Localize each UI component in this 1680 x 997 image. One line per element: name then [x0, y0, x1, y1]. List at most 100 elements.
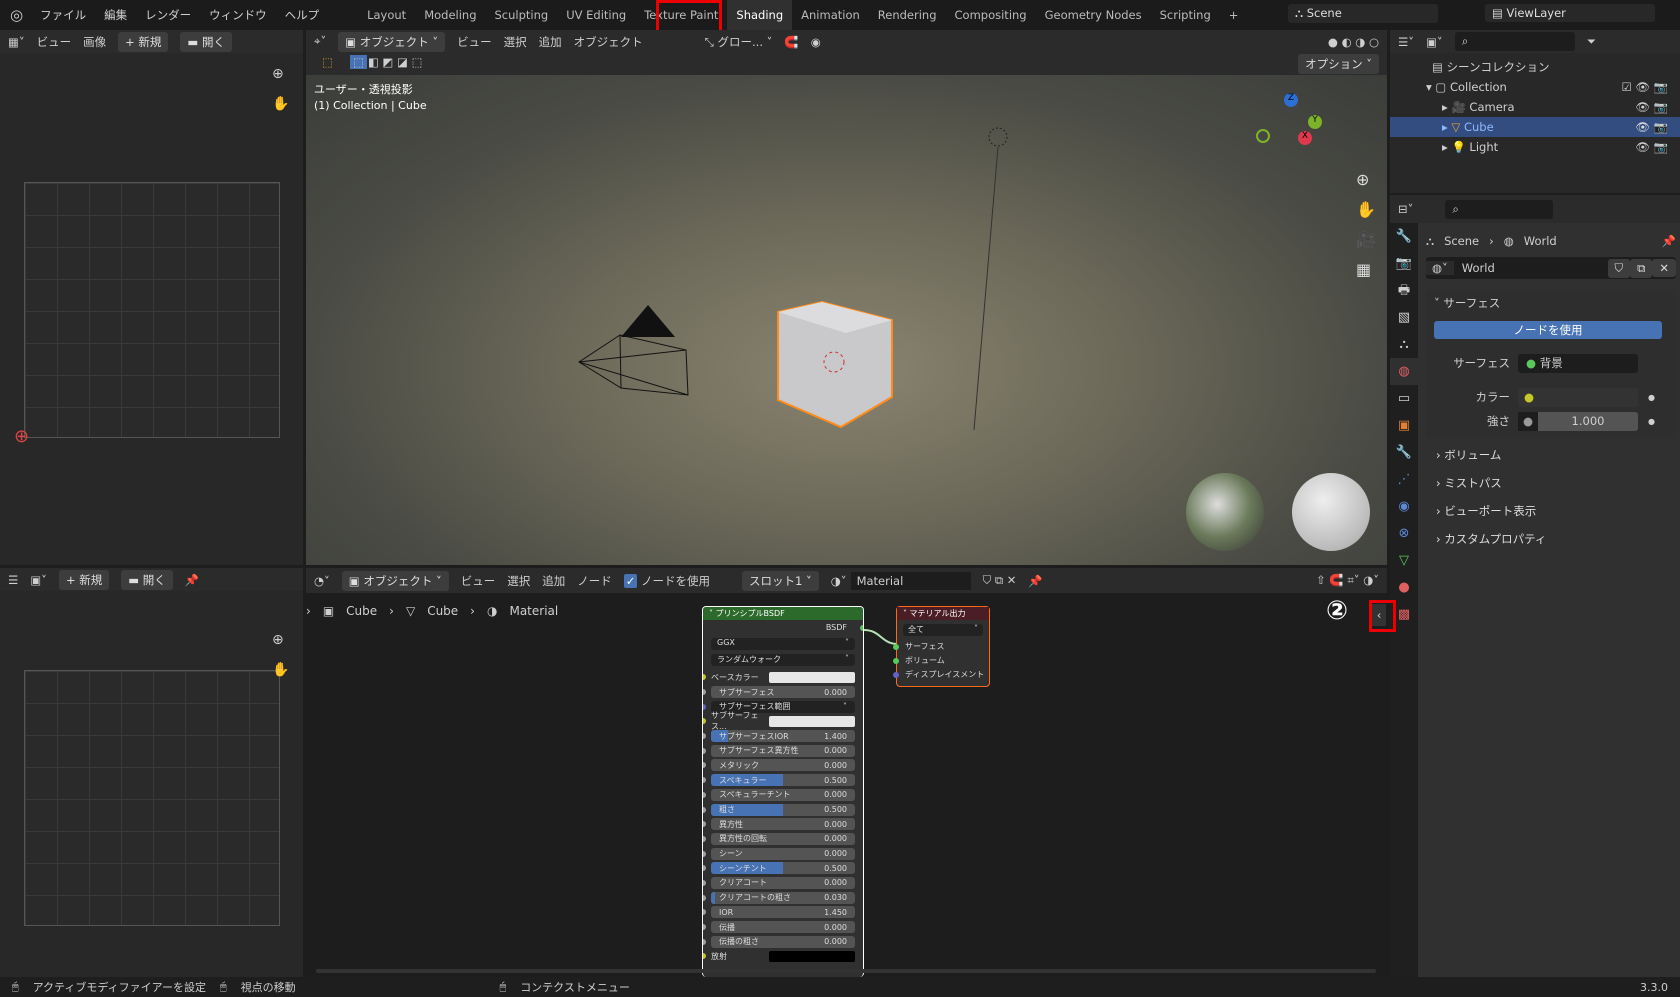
menu-file[interactable]: ファイル	[40, 7, 86, 23]
world-tab-icon[interactable]: ◍	[1390, 358, 1418, 385]
subsurface-method-dropdown[interactable]: ランダムウォーク ˅	[711, 654, 855, 666]
editor-type-icon[interactable]: ▣˅	[30, 573, 47, 587]
menu-image[interactable]: 画像	[83, 34, 106, 50]
bsdf-node-header[interactable]: ˅ プリンシプルBSDF	[703, 607, 863, 620]
world-selector[interactable]: ◍˅ World ⛉ ⧉ ✕	[1426, 257, 1676, 279]
input-socket[interactable]	[703, 879, 706, 886]
options-dropdown[interactable]: オプション ˅	[1298, 54, 1379, 74]
tab-modeling[interactable]: Modeling	[415, 0, 485, 30]
cube-object[interactable]	[777, 300, 893, 429]
color-field[interactable]: ●	[1518, 387, 1638, 407]
editor-type-icon[interactable]: ⌖˅	[314, 34, 326, 49]
visibility-icons[interactable]: ☑ 👁 📷	[1621, 77, 1668, 97]
input-slider[interactable]: サブサーフェス 0.000	[711, 686, 855, 699]
snap-icon[interactable]: 🧲	[784, 35, 798, 49]
select-tool-icon[interactable]: ⬚	[322, 55, 333, 69]
socket[interactable]	[893, 672, 899, 678]
tab-rendering[interactable]: Rendering	[869, 0, 946, 30]
menu-view[interactable]: ビュー	[457, 34, 492, 50]
camera-object[interactable]	[578, 305, 689, 396]
fake-user-icon[interactable]: ⛉	[1607, 258, 1631, 278]
input-socket[interactable]	[703, 938, 706, 945]
world-browse-icon[interactable]: ◍˅	[1426, 261, 1454, 275]
input-socket[interactable]	[703, 835, 706, 842]
menu-edit[interactable]: 編集	[104, 7, 127, 23]
input-socket[interactable]	[703, 821, 706, 828]
input-socket[interactable]	[703, 733, 706, 740]
principled-bsdf-node[interactable]: ˅ プリンシプルBSDF BSDF GGX ˅ ランダムウォーク ˅ ベースカラーサ…	[702, 606, 864, 977]
modifier-tab-icon[interactable]: 🔧	[1390, 439, 1418, 466]
particles-tab-icon[interactable]: ⋰	[1390, 466, 1418, 493]
tab-animation[interactable]: Animation	[792, 0, 869, 30]
color-swatch[interactable]	[769, 671, 855, 683]
scene-collection-row[interactable]: ▤ シーンコレクション	[1432, 57, 1680, 77]
uv-grid[interactable]	[24, 670, 280, 926]
collection-tab-icon[interactable]: ▭	[1390, 385, 1418, 412]
color-swatch[interactable]	[769, 715, 855, 727]
input-socket[interactable]	[703, 747, 706, 754]
select-mode-new-icon[interactable]: ⬚	[350, 55, 367, 69]
pan-hand-icon[interactable]: ✋	[272, 662, 289, 678]
render-tab-icon[interactable]: 📷	[1390, 250, 1418, 277]
outliner-item-light[interactable]: ▸ 💡 Light 👁 📷	[1442, 137, 1680, 157]
use-nodes-button[interactable]: ノードを使用	[1434, 321, 1662, 339]
zoom-icon[interactable]: ⊕	[1356, 165, 1376, 195]
socket[interactable]	[893, 644, 899, 650]
uv-grid[interactable]	[24, 182, 280, 438]
input-slider[interactable]: スペキュラーチント 0.000	[711, 788, 855, 801]
new-image-button[interactable]: + 新規	[58, 569, 110, 590]
ortho-toggle-icon[interactable]: ▦	[1356, 255, 1376, 285]
pan-hand-icon[interactable]: ✋	[272, 96, 289, 112]
data-tab-icon[interactable]: ▽	[1390, 547, 1418, 574]
tab-shading[interactable]: Shading	[727, 0, 793, 30]
output-node-header[interactable]: ˅ マテリアル出力	[897, 607, 989, 620]
material-tab-icon[interactable]: ●	[1390, 574, 1418, 601]
menu-help[interactable]: ヘルプ	[285, 7, 320, 23]
input-socket[interactable]	[703, 777, 706, 784]
view-layer-selector[interactable]: ▤ ViewLayer	[1485, 4, 1655, 22]
collection-row[interactable]: ▾ ▢ Collection ☑ 👁 📷	[1426, 77, 1680, 97]
input-slider[interactable]: 粗さ 0.500	[711, 803, 855, 816]
light-object[interactable]	[973, 127, 1008, 431]
camera-view-icon[interactable]: 🎥	[1356, 225, 1376, 255]
outliner-search[interactable]: ⌕	[1454, 32, 1575, 51]
input-socket[interactable]	[703, 689, 706, 696]
input-socket[interactable]	[703, 909, 706, 916]
outliner-item-cube[interactable]: ▸ ▽ Cube 👁 📷	[1390, 117, 1680, 137]
input-socket[interactable]	[703, 924, 706, 931]
input-slider[interactable]: サブサーフェスIOR 1.400	[711, 730, 855, 743]
open-image-button[interactable]: ▬ 開く	[121, 569, 173, 590]
material-output-node[interactable]: ˅ マテリアル出力 全て ˅ サーフェス ボリューム ディスプレイスメント	[893, 606, 990, 687]
input-slider[interactable]: 伝播 0.000	[711, 921, 855, 934]
viewport-display-panel[interactable]: › ビューポート表示	[1426, 499, 1676, 523]
input-slider[interactable]: スペキュラー 0.500	[711, 774, 855, 787]
socket[interactable]	[893, 658, 899, 664]
menu-window[interactable]: ウィンドウ	[209, 7, 267, 23]
mode-dropdown[interactable]: ▣ オブジェクト ˅	[338, 31, 446, 52]
target-dropdown[interactable]: 全て ˅	[903, 624, 983, 636]
scene-tab-icon[interactable]: ⛬	[1390, 331, 1418, 358]
menu-view[interactable]: ビュー	[37, 34, 72, 50]
input-slider[interactable]: メタリック 0.000	[711, 759, 855, 772]
surface-shader-field[interactable]: ● 背景	[1518, 353, 1638, 373]
color-swatch[interactable]	[769, 950, 855, 962]
input-slider[interactable]: 異方性の回転 0.000	[711, 832, 855, 845]
tab-compositing[interactable]: Compositing	[946, 0, 1036, 30]
tab-layout[interactable]: Layout	[358, 0, 415, 30]
duplicate-icon[interactable]: ⧉	[1630, 258, 1653, 278]
input-socket[interactable]	[703, 703, 706, 710]
pin-icon[interactable]: 📌	[185, 573, 199, 587]
input-socket[interactable]	[703, 674, 706, 681]
scene-selector[interactable]: ⛬ Scene	[1288, 4, 1438, 23]
proportional-edit-icon[interactable]: ◉	[811, 35, 821, 49]
mist-pass-panel[interactable]: › ミストパス	[1426, 471, 1676, 495]
tab-uv-editing[interactable]: UV Editing	[557, 0, 635, 30]
display-mode-icon[interactable]: ▣˅	[1426, 35, 1443, 49]
surface-panel-header[interactable]: ˅ サーフェス	[1426, 289, 1676, 317]
keyframe-dot-icon[interactable]: ●	[1648, 393, 1655, 402]
transform-orientation[interactable]: ⤡ グロー... ˅	[705, 34, 773, 50]
pin-icon[interactable]: 📌	[1662, 234, 1676, 248]
hamburger-icon[interactable]: ☰	[8, 573, 18, 587]
shading-solid-icon[interactable]: ● ◐ ◑ ○	[1328, 35, 1379, 49]
volume-panel[interactable]: › ボリューム	[1426, 443, 1676, 467]
